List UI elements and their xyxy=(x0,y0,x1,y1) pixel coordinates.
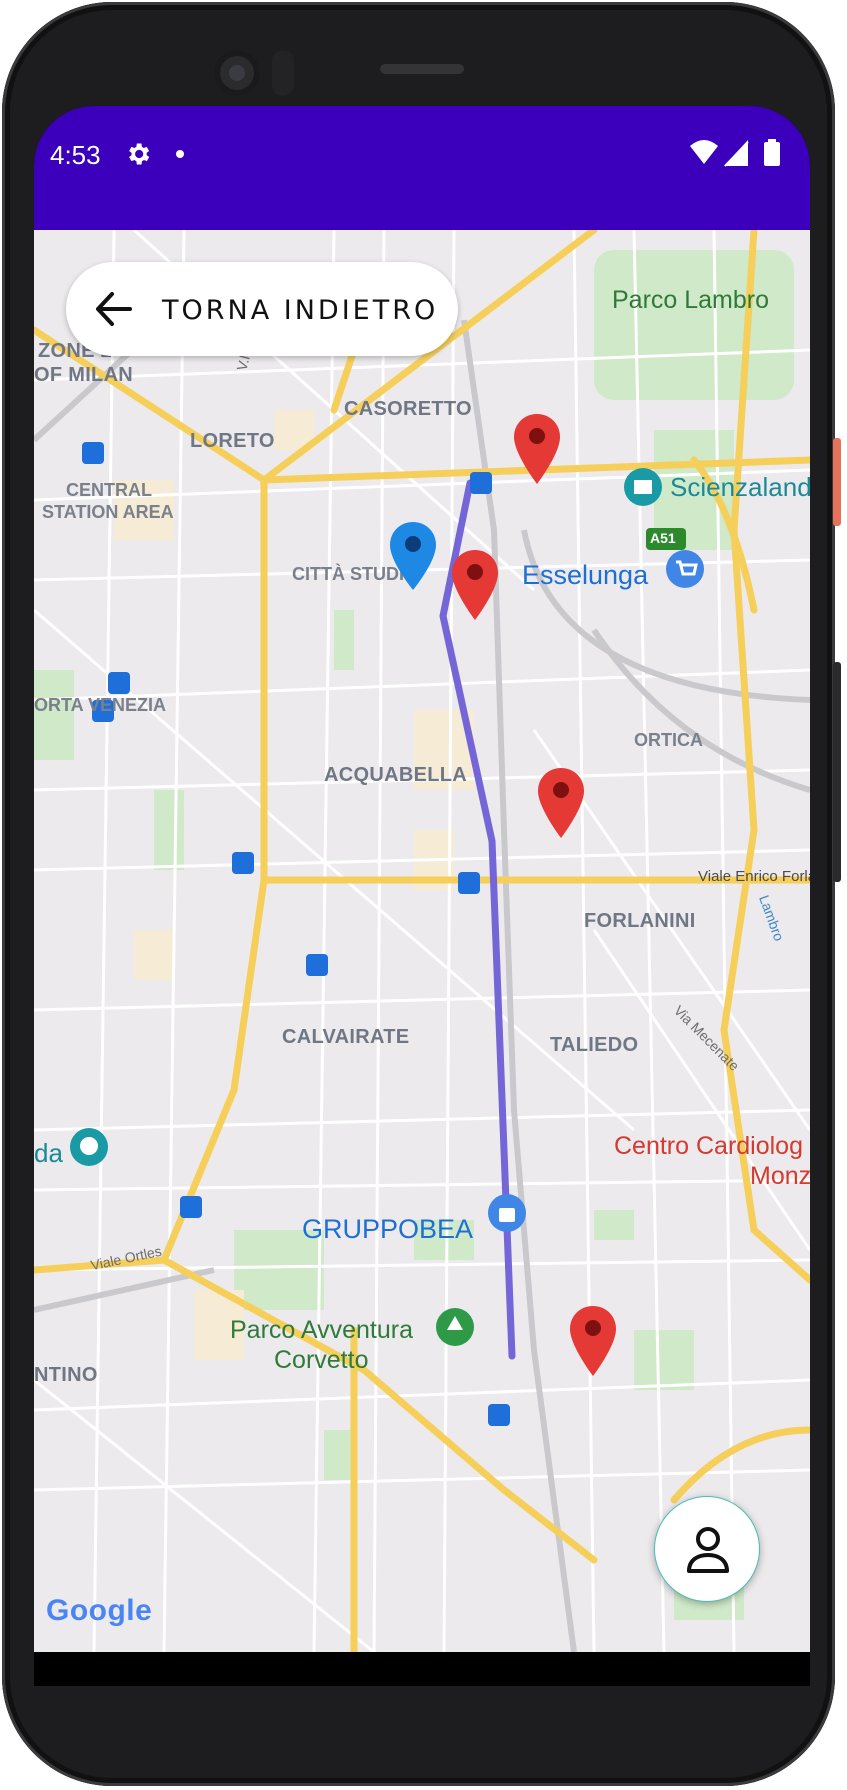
shopping-cart-icon[interactable] xyxy=(664,548,706,600)
battery-icon xyxy=(764,139,780,166)
label-monza[interactable]: Monz xyxy=(750,1160,810,1192)
google-logo-text: Google xyxy=(46,1594,153,1627)
tree-icon[interactable] xyxy=(434,1306,476,1358)
label-casoretto: CASORETTO xyxy=(344,398,472,420)
label-calvairate: CALVAIRATE xyxy=(282,1026,410,1048)
label-esselunga[interactable]: Esselunga xyxy=(522,560,648,591)
profile-fab[interactable] xyxy=(654,1496,760,1602)
label-a51: A51 xyxy=(650,530,676,546)
back-button-label: TORNA INDIETRO xyxy=(162,295,439,326)
label-parco-lambro[interactable]: Parco Lambro xyxy=(612,286,769,315)
front-camera xyxy=(214,50,260,96)
status-bar: 4:53 xyxy=(34,106,810,230)
map-view[interactable]: ZONE 2 OF MILAN CASORETTO LORETO CENTRAL… xyxy=(34,230,810,1652)
google-attribution: Google xyxy=(46,1594,152,1628)
wifi-icon xyxy=(690,140,718,164)
label-scienzaland[interactable]: Scienzaland xyxy=(670,472,810,503)
museum-icon[interactable] xyxy=(622,466,664,518)
palette-icon[interactable] xyxy=(68,1126,110,1178)
screen: 4:53 ZONE 2 OF MILAN CASORETTO LORETO CE… xyxy=(34,106,810,1686)
back-button[interactable]: TORNA INDIETRO xyxy=(66,262,458,356)
label-porta-venezia: ORTA VENEZIA xyxy=(34,695,167,715)
earpiece-speaker xyxy=(380,64,464,74)
label-gruppobea[interactable]: GRUPPOBEA xyxy=(302,1214,473,1245)
shopping-bag-icon[interactable] xyxy=(486,1192,528,1244)
settings-icon xyxy=(129,143,150,165)
map-base xyxy=(34,230,810,1652)
current-location-marker[interactable] xyxy=(388,520,438,592)
label-corvetto[interactable]: Corvetto xyxy=(274,1346,368,1375)
label-centro-cardiologico[interactable]: Centro Cardiolog xyxy=(614,1130,803,1162)
label-parco-avventura[interactable]: Parco Avventura xyxy=(230,1316,413,1345)
system-nav-bar xyxy=(34,1652,810,1686)
route-marker-1[interactable] xyxy=(512,412,562,486)
label-forlanini: FORLANINI xyxy=(584,910,696,932)
status-time: 4:53 xyxy=(50,140,101,170)
system-status-icons xyxy=(690,139,780,167)
power-button xyxy=(833,438,841,526)
label-viale-forlanini: Viale Enrico Forla xyxy=(698,868,810,885)
route-marker-2[interactable] xyxy=(450,548,500,622)
label-da[interactable]: da xyxy=(34,1138,63,1169)
arrow-left-icon xyxy=(96,292,132,326)
label-taliedo: TALIEDO xyxy=(550,1034,639,1056)
label-station-area: STATION AREA xyxy=(42,502,174,522)
route-marker-4[interactable] xyxy=(568,1304,618,1378)
volume-button xyxy=(833,662,841,882)
phone-frame: 4:53 ZONE 2 OF MILAN CASORETTO LORETO CE… xyxy=(2,2,841,1786)
label-of-milan: OF MILAN xyxy=(34,364,134,386)
notification-dot xyxy=(176,150,184,158)
label-ntino: NTINO xyxy=(34,1364,98,1386)
signal-icon xyxy=(724,140,749,167)
label-acquabella: ACQUABELLA xyxy=(324,764,467,786)
label-ortica: ORTICA xyxy=(634,730,703,750)
route-marker-3[interactable] xyxy=(536,766,586,840)
label-central: CENTRAL xyxy=(66,480,152,500)
label-loreto: LORETO xyxy=(190,430,275,452)
person-icon xyxy=(687,1527,729,1573)
proximity-sensor xyxy=(272,50,294,96)
